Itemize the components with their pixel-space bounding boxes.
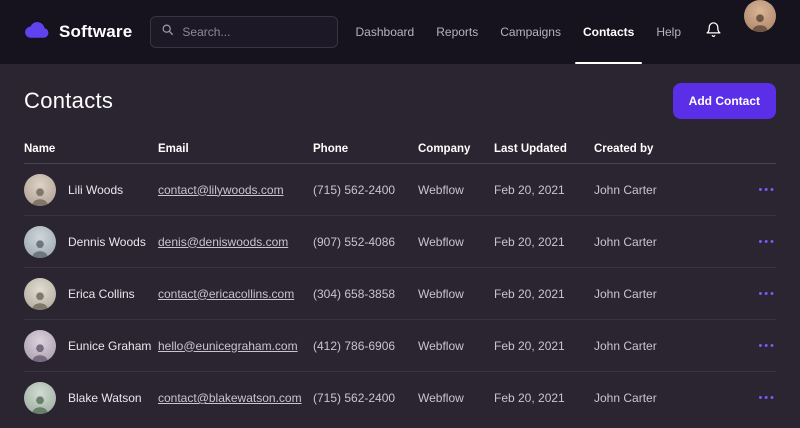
column-header-email: Email (158, 143, 313, 155)
table-row: Dennis Woods denis@deniswoods.com (907) … (24, 216, 776, 268)
nav-item-reports[interactable]: Reports (436, 0, 478, 64)
contact-name: Eunice Graham (68, 339, 151, 353)
contact-name-cell: Lili Woods (24, 174, 158, 206)
contact-name-cell: Blake Watson (24, 382, 158, 414)
column-header-phone: Phone (313, 143, 418, 155)
contacts-table: Name Email Phone Company Last Updated Cr… (24, 134, 776, 424)
contact-company: Webflow (418, 235, 494, 249)
contact-last-updated: Feb 20, 2021 (494, 391, 594, 405)
column-header-created-by: Created by (594, 143, 750, 155)
contact-name: Lili Woods (68, 183, 123, 197)
contact-last-updated: Feb 20, 2021 (494, 183, 594, 197)
contact-company: Webflow (418, 339, 494, 353)
contact-phone: (715) 562-2400 (313, 183, 418, 197)
row-menu-button[interactable]: ••• (750, 236, 776, 248)
top-header: Software Dashboard Reports Campaigns Con… (0, 0, 800, 64)
contact-created-by: John Carter (594, 339, 750, 353)
search-box[interactable] (150, 16, 337, 48)
brand[interactable]: Software (24, 20, 132, 45)
contact-last-updated: Feb 20, 2021 (494, 287, 594, 301)
column-header-company: Company (418, 143, 494, 155)
table-row: Blake Watson contact@blakewatson.com (71… (24, 372, 776, 424)
contact-email-link[interactable]: contact@blakewatson.com (158, 391, 302, 405)
contact-last-updated: Feb 20, 2021 (494, 235, 594, 249)
add-contact-button[interactable]: Add Contact (673, 83, 776, 119)
contact-created-by: John Carter (594, 391, 750, 405)
contact-company: Webflow (418, 287, 494, 301)
search-icon (161, 23, 174, 41)
row-menu-button[interactable]: ••• (750, 392, 776, 404)
contact-email-link[interactable]: contact@ericacollins.com (158, 287, 294, 301)
notifications-button[interactable] (705, 0, 722, 64)
contact-name: Blake Watson (68, 391, 142, 405)
contact-created-by: John Carter (594, 183, 750, 197)
bell-icon (705, 21, 722, 44)
main-nav: Dashboard Reports Campaigns Contacts Hel… (356, 0, 776, 64)
search-input[interactable] (182, 25, 326, 39)
contact-email-cell: contact@blakewatson.com (158, 391, 313, 405)
contact-phone: (907) 552-4086 (313, 235, 418, 249)
contact-email-cell: contact@lilywoods.com (158, 183, 313, 197)
contact-name-cell: Erica Collins (24, 278, 158, 310)
cloud-icon (24, 20, 50, 45)
nav-item-help[interactable]: Help (656, 0, 681, 64)
contact-avatar (24, 226, 56, 258)
row-menu-button[interactable]: ••• (750, 288, 776, 300)
contact-email-link[interactable]: contact@lilywoods.com (158, 183, 284, 197)
contact-avatar (24, 278, 56, 310)
contact-email-link[interactable]: denis@deniswoods.com (158, 235, 288, 249)
contact-last-updated: Feb 20, 2021 (494, 339, 594, 353)
contact-avatar (24, 330, 56, 362)
contact-phone: (304) 658-3858 (313, 287, 418, 301)
contact-company: Webflow (418, 391, 494, 405)
contact-avatar (24, 174, 56, 206)
column-header-name: Name (24, 143, 158, 155)
contact-name: Dennis Woods (68, 235, 146, 249)
column-header-last-updated: Last Updated (494, 143, 594, 155)
contact-email-cell: hello@eunicegraham.com (158, 339, 313, 353)
table-row: Eunice Graham hello@eunicegraham.com (41… (24, 320, 776, 372)
contact-name: Erica Collins (68, 287, 135, 301)
contact-email-cell: denis@deniswoods.com (158, 235, 313, 249)
contact-phone: (412) 786-6906 (313, 339, 418, 353)
contact-company: Webflow (418, 183, 494, 197)
nav-item-campaigns[interactable]: Campaigns (500, 0, 561, 64)
brand-name: Software (59, 22, 132, 42)
table-row: Lili Woods contact@lilywoods.com (715) 5… (24, 164, 776, 216)
page-head: Contacts Add Contact (24, 82, 776, 120)
contact-name-cell: Dennis Woods (24, 226, 158, 258)
page-title: Contacts (24, 88, 113, 114)
contact-name-cell: Eunice Graham (24, 330, 158, 362)
table-header-row: Name Email Phone Company Last Updated Cr… (24, 134, 776, 164)
contact-created-by: John Carter (594, 287, 750, 301)
row-menu-button[interactable]: ••• (750, 340, 776, 352)
nav-item-contacts[interactable]: Contacts (583, 0, 634, 64)
user-avatar[interactable] (744, 0, 776, 32)
table-row: Erica Collins contact@ericacollins.com (… (24, 268, 776, 320)
contact-created-by: John Carter (594, 235, 750, 249)
contact-avatar (24, 382, 56, 414)
main-content: Contacts Add Contact Name Email Phone Co… (0, 64, 800, 424)
nav-item-dashboard[interactable]: Dashboard (356, 0, 415, 64)
contact-email-link[interactable]: hello@eunicegraham.com (158, 339, 298, 353)
contact-phone: (715) 562-2400 (313, 391, 418, 405)
contact-email-cell: contact@ericacollins.com (158, 287, 313, 301)
row-menu-button[interactable]: ••• (750, 184, 776, 196)
